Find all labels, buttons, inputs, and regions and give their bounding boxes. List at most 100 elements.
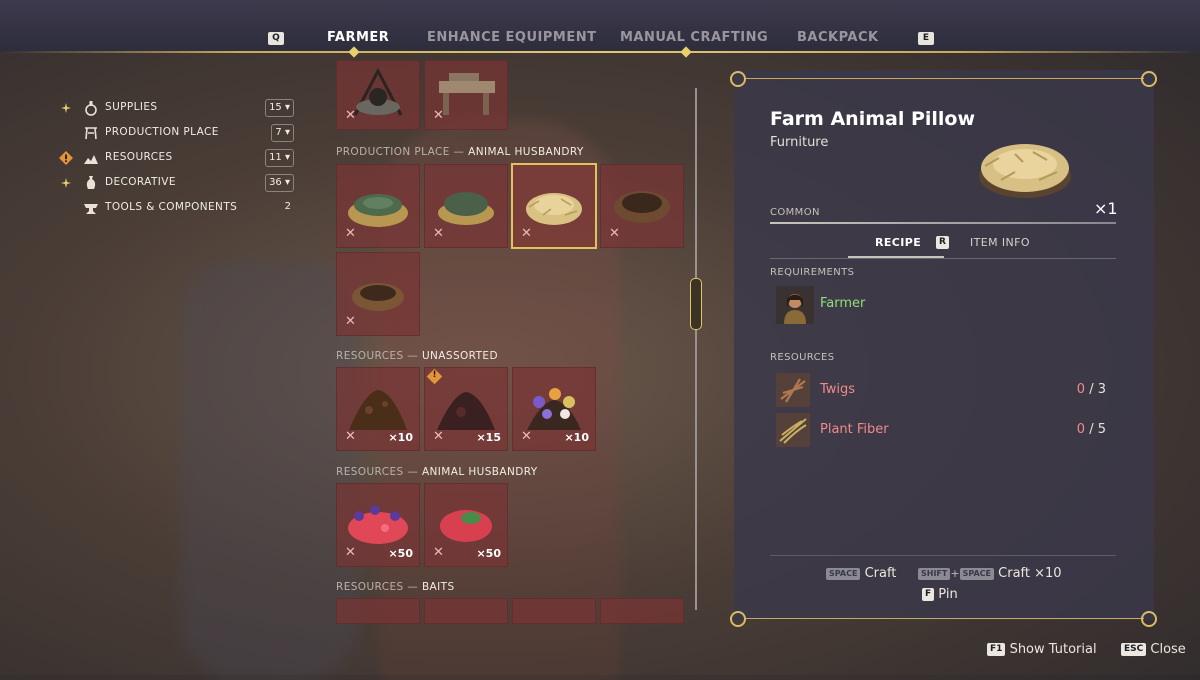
rarity-divider xyxy=(770,222,1116,224)
missing-materials-icon: ✕ xyxy=(345,314,356,329)
top-divider xyxy=(0,51,1200,53)
section-header: RESOURCES — UNASSORTED xyxy=(336,350,498,362)
scrollbar-thumb[interactable] xyxy=(690,278,702,330)
green-cushion-icon xyxy=(438,192,494,225)
missing-materials-icon: ✕ xyxy=(345,545,356,560)
resource-count: 0 / 5 xyxy=(1076,422,1106,437)
next-tab-key[interactable]: E xyxy=(918,32,934,45)
farm-animal-pillow-image xyxy=(979,144,1071,198)
recipe-slot-flower-fertilizer[interactable]: ✕ ×10 xyxy=(512,367,596,451)
item-quantity: ×50 xyxy=(476,547,501,560)
missing-materials-icon: ✕ xyxy=(433,226,444,241)
berry-feed-icon xyxy=(348,505,408,544)
category-label: SUPPLIES xyxy=(105,101,158,113)
top-navigation-bar: Q FARMER ENHANCE EQUIPMENT MANUAL CRAFTI… xyxy=(0,0,1200,52)
resource-count: 0 / 3 xyxy=(1076,382,1106,397)
item-quantity: ×10 xyxy=(564,431,589,444)
item-quantity: ×1 xyxy=(1094,199,1118,218)
category-production-place[interactable]: PRODUCTION PLACE 7 ▾ xyxy=(60,123,300,143)
ornament-icon xyxy=(730,611,746,627)
space-key: SPACE xyxy=(959,567,994,580)
plus-sign: + xyxy=(950,567,960,580)
missing-materials-icon: ✕ xyxy=(433,545,444,560)
ornament-icon xyxy=(730,71,746,87)
missing-materials-icon: ✕ xyxy=(521,226,532,241)
show-tutorial-button[interactable]: F1 Show Tutorial xyxy=(987,642,1097,657)
recipe-slot-dark-fertilizer[interactable]: ! ✕ ×15 xyxy=(424,367,508,451)
resource-name: Plant Fiber xyxy=(820,422,889,437)
category-count: 15 ▾ xyxy=(265,99,294,117)
tab-enhance-equipment[interactable]: ENHANCE EQUIPMENT xyxy=(427,30,596,45)
recipe-slot-green-cushion[interactable]: ✕ xyxy=(424,164,508,248)
background-figure-blur xyxy=(180,260,360,680)
recipe-slot-wooden-basket[interactable]: ✕ xyxy=(600,164,684,248)
recipe-slot-workbench[interactable]: ✕ xyxy=(424,60,508,130)
recipe-slot-campfire[interactable]: ✕ xyxy=(336,60,420,130)
item-quantity: ×50 xyxy=(388,547,413,560)
recipe-slot-round-basket[interactable]: ✕ xyxy=(336,252,420,336)
recipe-slot-bait-4[interactable] xyxy=(600,598,684,624)
pin-action[interactable]: F Pin xyxy=(922,587,958,602)
category-tools-components[interactable]: TOOLS & COMPONENTS 2 xyxy=(60,198,300,218)
craft-action[interactable]: SPACE Craft xyxy=(826,566,896,581)
category-label: TOOLS & COMPONENTS xyxy=(105,201,238,213)
recipe-slot-bait-1[interactable] xyxy=(336,598,420,624)
tab-recipe[interactable]: RECIPE xyxy=(875,236,921,249)
pin-key: F xyxy=(922,588,935,601)
item-title: Farm Animal Pillow xyxy=(770,108,976,130)
resource-row-twigs[interactable]: Twigs 0 / 3 xyxy=(776,373,1106,407)
shift-key: SHIFT xyxy=(918,567,951,580)
tab-manual-crafting[interactable]: MANUAL CRAFTING xyxy=(620,30,768,45)
recipe-slot-green-pillow[interactable]: ✕ xyxy=(336,164,420,248)
section-header: PRODUCTION PLACE — ANIMAL HUSBANDRY xyxy=(336,146,584,158)
tab-backpack[interactable]: BACKPACK xyxy=(797,30,879,45)
recipe-slot-bait-3[interactable] xyxy=(512,598,596,624)
recipe-slot-melon-feed[interactable]: ✕ ×50 xyxy=(424,483,508,567)
missing-materials-icon: ✕ xyxy=(433,429,444,444)
round-basket-icon xyxy=(352,283,404,311)
sparkle-icon xyxy=(61,103,71,113)
anvil-icon xyxy=(84,204,98,214)
close-button[interactable]: ESC Close xyxy=(1121,642,1186,657)
tab-farmer[interactable]: FARMER xyxy=(327,30,389,45)
item-quantity: ×15 xyxy=(476,431,501,444)
workbench-icon xyxy=(85,127,97,140)
farmer-portrait-icon xyxy=(776,286,814,324)
missing-materials-icon: ✕ xyxy=(433,108,444,123)
rarity-label: COMMON xyxy=(770,207,820,218)
category-count: 2 xyxy=(284,201,291,212)
tab-item-info[interactable]: ITEM INFO xyxy=(970,236,1030,249)
resource-row-plant-fiber[interactable]: Plant Fiber 0 / 5 xyxy=(776,413,1106,447)
requirements-heading: REQUIREMENTS xyxy=(770,267,855,278)
section-header: RESOURCES — BAITS xyxy=(336,581,455,593)
ornament-icon xyxy=(1141,71,1157,87)
dark-dirt-pile-icon xyxy=(437,392,495,430)
craft-ten-action[interactable]: SHIFT + SPACE Craft ×10 xyxy=(918,566,1062,581)
item-detail-panel xyxy=(734,70,1154,620)
twigs-icon xyxy=(776,373,810,407)
show-tutorial-label: Show Tutorial xyxy=(1009,642,1097,657)
resources-heading: RESOURCES xyxy=(770,352,835,363)
recipe-slot-bait-2[interactable] xyxy=(424,598,508,624)
category-supplies[interactable]: SUPPLIES 15 ▾ xyxy=(60,98,300,118)
recipe-slot-fertilizer[interactable]: ✕ ×10 xyxy=(336,367,420,451)
prev-tab-key[interactable]: Q xyxy=(268,32,284,45)
recipe-slot-berry-feed[interactable]: ✕ ×50 xyxy=(336,483,420,567)
esc-key: ESC xyxy=(1121,643,1147,656)
warning-mark: ! xyxy=(432,370,437,380)
category-resources[interactable]: RESOURCES 11 ▾ xyxy=(59,148,300,168)
category-count: 7 ▾ xyxy=(271,124,294,142)
category-decorative[interactable]: DECORATIVE 36 ▾ xyxy=(60,173,300,193)
actions-divider xyxy=(770,555,1116,556)
dirt-pile-icon xyxy=(349,390,407,430)
recipe-slot-farm-animal-pillow[interactable]: ✕ xyxy=(511,163,597,249)
requirement-farmer: Farmer xyxy=(820,296,866,311)
f1-key: F1 xyxy=(987,643,1006,656)
switch-tab-key[interactable]: R xyxy=(936,236,949,249)
resource-name: Twigs xyxy=(820,382,856,397)
scrollbar-track[interactable] xyxy=(695,88,697,610)
panel-bottom-border xyxy=(746,618,1144,619)
missing-materials-icon: ✕ xyxy=(609,226,620,241)
flower-pile-icon xyxy=(527,388,581,430)
pin-label: Pin xyxy=(938,587,958,602)
